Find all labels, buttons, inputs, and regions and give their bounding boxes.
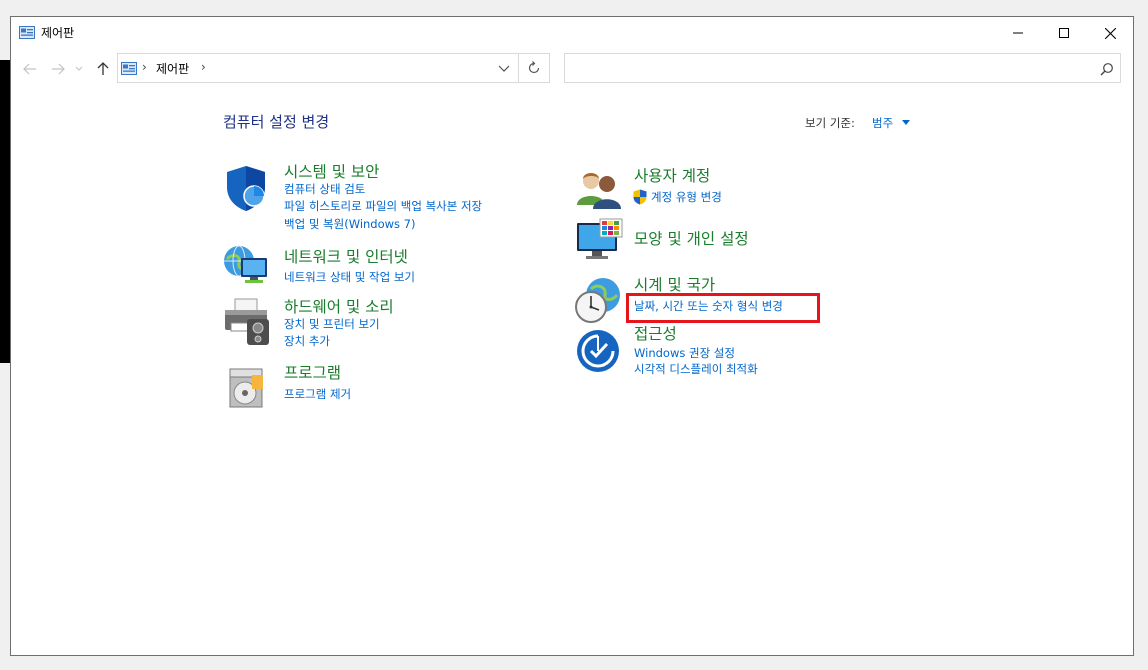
forward-button[interactable]	[47, 59, 69, 79]
category-network-internet[interactable]: 네트워크 및 인터넷	[284, 245, 408, 267]
link-file-history-backup[interactable]: 파일 히스토리로 파일의 백업 복사본 저장	[284, 198, 482, 214]
breadcrumb-separator[interactable]: ›	[142, 60, 147, 74]
minimize-icon	[1013, 32, 1023, 34]
category-hardware-sound[interactable]: 하드웨어 및 소리	[284, 295, 394, 317]
link-network-status-tasks[interactable]: 네트워크 상태 및 작업 보기	[284, 269, 415, 285]
address-dropdown-button[interactable]	[496, 60, 512, 76]
network-globe-icon[interactable]	[221, 241, 271, 291]
highlight-box	[626, 293, 820, 323]
maximize-button[interactable]	[1041, 17, 1087, 49]
forward-arrow-icon	[52, 63, 65, 75]
accessibility-icon[interactable]	[574, 326, 624, 376]
refresh-icon	[528, 61, 540, 74]
refresh-button[interactable]	[522, 59, 546, 77]
divider	[518, 54, 519, 82]
up-button[interactable]	[92, 59, 114, 79]
view-by-label: 보기 기준:	[805, 116, 855, 130]
title-bar[interactable]: 제어판	[11, 17, 1133, 49]
control-panel-icon	[121, 61, 137, 75]
programs-icon[interactable]	[224, 363, 274, 413]
link-add-device[interactable]: 장치 추가	[284, 333, 330, 349]
link-review-computer-status[interactable]: 컴퓨터 상태 검토	[284, 181, 365, 197]
link-uninstall-program[interactable]: 프로그램 제거	[284, 386, 351, 402]
breadcrumb-separator[interactable]: ›	[201, 60, 206, 74]
uac-shield-icon	[633, 189, 647, 205]
back-arrow-icon	[23, 63, 36, 75]
link-optimize-visual-display[interactable]: 시각적 디스플레이 최적화	[634, 361, 758, 377]
breadcrumb-control-panel[interactable]: 제어판	[156, 60, 189, 77]
close-button[interactable]	[1087, 17, 1133, 49]
control-panel-window: 제어판 › 제어판 › 컴퓨터 설정 변경 보기 기준: 범주 시스템 및 보안…	[10, 16, 1134, 656]
category-user-accounts[interactable]: 사용자 계정	[634, 164, 710, 186]
display-personalization-icon[interactable]	[574, 217, 624, 267]
category-appearance-personalization[interactable]: 모양 및 개인 설정	[634, 227, 749, 249]
category-system-security[interactable]: 시스템 및 보안	[284, 160, 379, 182]
category-programs[interactable]: 프로그램	[284, 361, 341, 383]
user-accounts-icon[interactable]	[574, 165, 624, 215]
clock-globe-icon[interactable]	[573, 275, 623, 325]
category-clock-region[interactable]: 시계 및 국가	[634, 273, 715, 295]
window-title: 제어판	[41, 26, 75, 40]
close-icon	[1104, 27, 1116, 39]
search-icon[interactable]	[1100, 61, 1114, 76]
page-title: 컴퓨터 설정 변경	[223, 113, 330, 131]
recent-locations-button[interactable]	[73, 59, 85, 79]
minimize-button[interactable]	[995, 17, 1041, 49]
chevron-down-icon	[75, 66, 83, 71]
link-windows-recommended-settings[interactable]: Windows 권장 설정	[634, 345, 735, 361]
printer-icon[interactable]	[221, 297, 271, 347]
category-ease-of-access[interactable]: 접근성	[634, 322, 677, 344]
up-arrow-icon	[97, 62, 109, 75]
search-input[interactable]	[571, 58, 1095, 80]
caret-down-icon[interactable]	[902, 120, 910, 125]
navigation-bar: › 제어판 ›	[11, 53, 1133, 85]
search-box[interactable]	[564, 53, 1121, 83]
chevron-down-icon	[498, 65, 510, 72]
control-panel-icon	[19, 25, 35, 39]
link-devices-printers[interactable]: 장치 및 프린터 보기	[284, 316, 380, 332]
shield-icon[interactable]	[221, 163, 271, 213]
back-button[interactable]	[19, 59, 41, 79]
link-change-account-type[interactable]: 계정 유형 변경	[651, 189, 722, 205]
view-by-dropdown[interactable]: 범주	[872, 115, 893, 131]
link-backup-restore[interactable]: 백업 및 복원(Windows 7)	[284, 216, 416, 232]
address-bar[interactable]: › 제어판 ›	[117, 53, 550, 83]
maximize-icon	[1059, 28, 1069, 38]
